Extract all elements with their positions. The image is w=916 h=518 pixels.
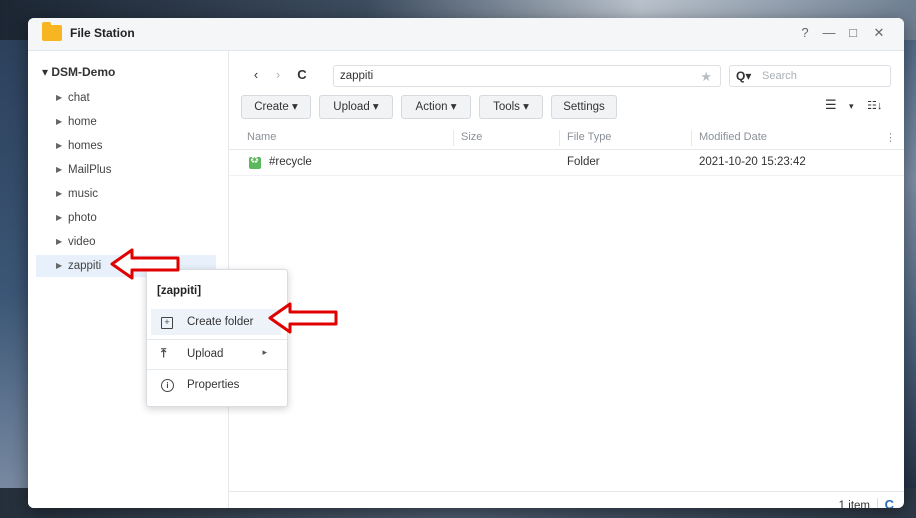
refresh-button[interactable]: C [293, 65, 311, 85]
path-input[interactable]: zappiti ★ [333, 65, 721, 87]
sidebar-item-label: video [68, 236, 96, 248]
forward-button[interactable]: › [269, 65, 287, 85]
menu-item-label: Upload [187, 348, 224, 360]
menu-item-label: Properties [187, 379, 240, 391]
sidebar-item-label: MailPlus [68, 164, 112, 176]
expand-arrow-icon[interactable]: ▶ [56, 255, 62, 277]
column-name[interactable]: Name [247, 131, 276, 143]
tree-root-dsm-demo[interactable]: ▾ DSM-Demo [42, 65, 115, 79]
back-button[interactable]: ‹ [247, 65, 265, 85]
footer-divider [877, 498, 878, 508]
file-list-pane: ‹ › C zappiti ★ Q▾ Search Create ▾ Uploa… [229, 51, 904, 508]
action-button[interactable]: Action ▾ [401, 95, 471, 119]
menu-item-label: Create folder [187, 316, 254, 328]
sidebar-item-homes[interactable]: ▶ homes [36, 135, 216, 157]
sidebar-item-label: zappiti [68, 260, 102, 272]
column-divider [453, 130, 454, 146]
info-icon: i [161, 377, 174, 392]
folder-app-icon [42, 22, 62, 41]
expand-arrow-icon[interactable]: ▶ [56, 135, 62, 157]
search-input[interactable]: Q▾ Search [729, 65, 891, 87]
star-icon[interactable]: ★ [700, 69, 712, 85]
sidebar-item-home[interactable]: ▶ home [36, 111, 216, 133]
annotation-arrow-zappiti-icon [110, 248, 180, 280]
context-menu-title: [zappiti] [157, 285, 202, 297]
recycle-bin-icon [249, 155, 261, 169]
item-count: 1 item [838, 500, 870, 508]
footer-refresh-icon[interactable]: C [885, 497, 894, 508]
expand-arrow-icon[interactable]: ▶ [56, 159, 62, 181]
view-dropdown-icon[interactable]: ▾ [849, 101, 854, 112]
search-placeholder: Search [762, 70, 797, 82]
sidebar-item-label: home [68, 116, 97, 128]
tools-button[interactable]: Tools ▾ [479, 95, 543, 119]
row-modified: 2021-10-20 15:23:42 [699, 156, 806, 168]
expand-arrow-icon[interactable]: ▶ [56, 207, 62, 229]
row-name: #recycle [269, 156, 312, 168]
context-menu: [zappiti] + Create folder ⤒ Upload ▸ i P… [146, 269, 288, 407]
path-text: zappiti [340, 70, 374, 82]
sidebar-item-music[interactable]: ▶ music [36, 183, 216, 205]
create-folder-icon: + [161, 314, 173, 329]
sidebar-item-label: chat [68, 92, 90, 104]
close-button[interactable]: ✕ [870, 25, 888, 41]
search-icon[interactable]: Q▾ [736, 69, 751, 83]
minimize-button[interactable]: — [820, 25, 838, 40]
upload-icon: ⤒ [161, 346, 167, 360]
menu-item-upload[interactable]: ⤒ Upload ▸ [151, 341, 281, 367]
upload-button[interactable]: Upload ▾ [319, 95, 393, 119]
table-row[interactable]: #recycle Folder 2021-10-20 15:23:42 [229, 151, 904, 176]
title-bar[interactable]: File Station ? — □ ✕ [28, 18, 904, 51]
sort-icon[interactable]: ☷↓ [867, 99, 882, 112]
menu-divider [147, 339, 287, 340]
column-modified-date[interactable]: Modified Date [699, 131, 767, 143]
table-header: Name Size File Type Modified Date ⋮ [229, 127, 904, 150]
row-type: Folder [567, 156, 600, 168]
column-file-type[interactable]: File Type [567, 131, 611, 143]
column-divider [559, 130, 560, 146]
column-menu-icon[interactable]: ⋮ [885, 131, 896, 144]
sidebar-item-label: homes [68, 140, 103, 152]
list-view-icon[interactable]: ☰ [825, 97, 837, 113]
create-button[interactable]: Create ▾ [241, 95, 311, 119]
help-button[interactable]: ? [796, 25, 814, 40]
column-size[interactable]: Size [461, 131, 482, 143]
expand-arrow-icon[interactable]: ▶ [56, 183, 62, 205]
maximize-button[interactable]: □ [844, 25, 862, 40]
sidebar-item-photo[interactable]: ▶ photo [36, 207, 216, 229]
window-title: File Station [70, 26, 135, 40]
menu-item-properties[interactable]: i Properties [151, 372, 281, 398]
menu-item-create-folder[interactable]: + Create folder [151, 309, 281, 335]
sidebar-item-label: music [68, 188, 99, 200]
annotation-arrow-create-folder-icon [268, 302, 338, 334]
sidebar-item-mailplus[interactable]: ▶ MailPlus [36, 159, 216, 181]
sidebar-item-label: photo [68, 212, 97, 224]
menu-divider [147, 369, 287, 370]
sidebar-item-chat[interactable]: ▶ chat [36, 87, 216, 109]
settings-button[interactable]: Settings [551, 95, 617, 119]
expand-arrow-icon[interactable]: ▶ [56, 231, 62, 253]
expand-arrow-icon[interactable]: ▶ [56, 111, 62, 133]
status-bar: 1 item C [229, 491, 904, 508]
submenu-arrow-icon: ▸ [262, 347, 267, 357]
column-divider [691, 130, 692, 146]
expand-arrow-icon[interactable]: ▶ [56, 87, 62, 109]
